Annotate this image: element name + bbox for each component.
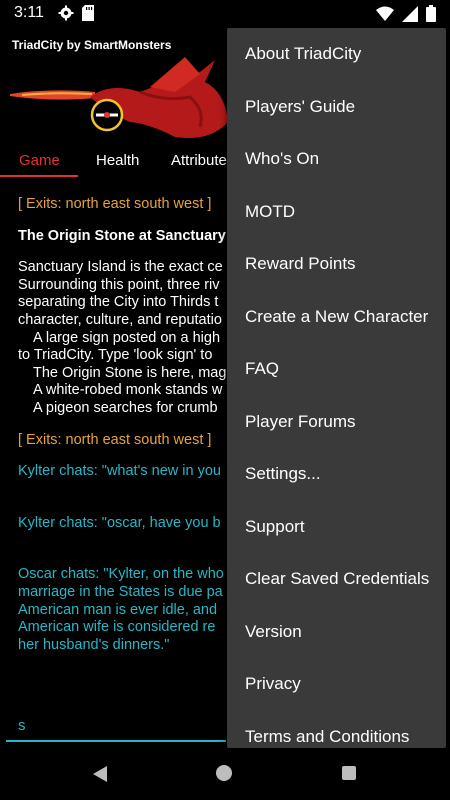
tab-attributes[interactable]: Attribute [171,152,227,169]
menu-item-support[interactable]: Support [227,501,446,554]
menu-item-whos-on[interactable]: Who's On [227,133,446,186]
menu-item-player-forums[interactable]: Player Forums [227,396,446,449]
command-input[interactable]: s [6,712,226,742]
menu-item-settings[interactable]: Settings... [227,448,446,501]
tab-health[interactable]: Health [96,152,139,169]
sd-card-icon [82,5,94,26]
menu-item-about[interactable]: About TriadCity [227,28,446,81]
menu-item-faq[interactable]: FAQ [227,343,446,396]
gear-icon [58,5,74,26]
status-time: 3:11 [14,4,44,21]
home-icon[interactable] [216,765,232,781]
status-bar: 3:11 [0,0,450,28]
wifi-icon [376,6,394,27]
menu-item-version[interactable]: Version [227,606,446,659]
system-nav-bar [0,748,450,800]
app-title: TriadCity by SmartMonsters [12,38,172,52]
menu-item-motd[interactable]: MOTD [227,186,446,239]
active-tab-indicator [0,175,78,177]
back-icon[interactable] [92,765,108,788]
recent-apps-icon[interactable] [342,766,356,780]
menu-item-create-character[interactable]: Create a New Character [227,291,446,344]
overflow-menu: About TriadCity Players' Guide Who's On … [227,28,446,748]
menu-item-clear-credentials[interactable]: Clear Saved Credentials [227,553,446,606]
signal-icon [402,5,418,27]
menu-item-terms[interactable]: Terms and Conditions [227,711,446,749]
menu-item-privacy[interactable]: Privacy [227,658,446,711]
menu-item-players-guide[interactable]: Players' Guide [227,81,446,134]
menu-item-reward-points[interactable]: Reward Points [227,238,446,291]
command-input-value: s [18,717,26,734]
battery-icon [426,5,436,27]
tab-game[interactable]: Game [19,152,60,169]
